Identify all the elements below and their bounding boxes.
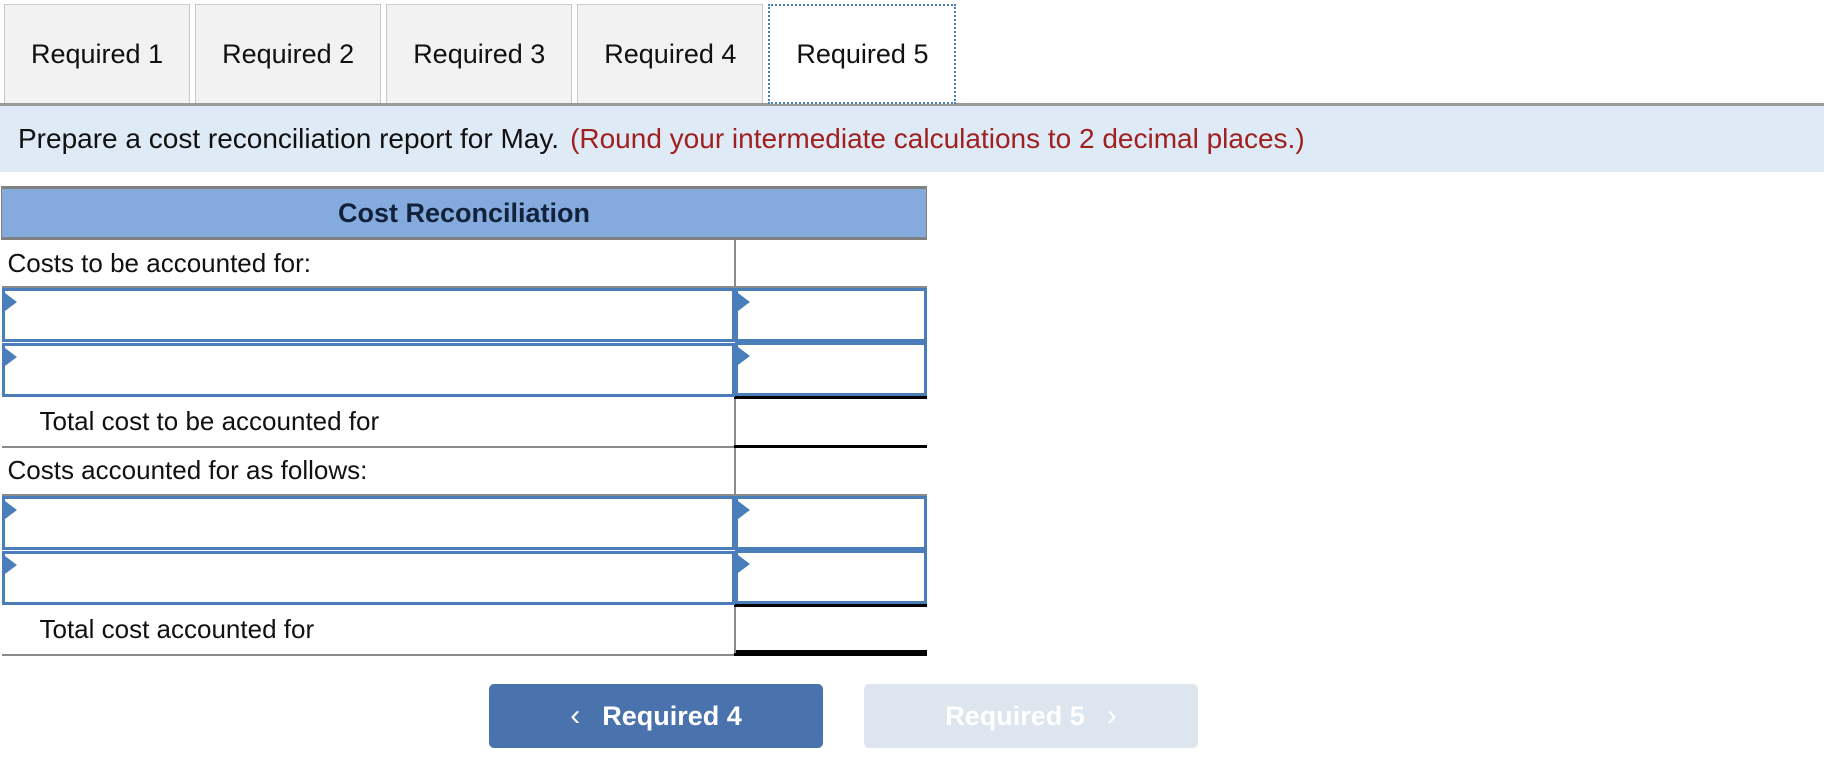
- instruction-banner: Prepare a cost reconciliation report for…: [0, 106, 1824, 172]
- table-row: [1, 550, 927, 606]
- prev-button-label: Required 4: [602, 700, 742, 731]
- tab-required-5[interactable]: Required 5: [768, 4, 957, 104]
- entry-label-cell-3: [1, 495, 735, 550]
- row-label-total-cost-to-be-accounted-for: Total cost to be accounted for: [1, 397, 736, 448]
- table-title: Cost Reconciliation: [1, 186, 927, 240]
- chevron-left-icon: ‹: [570, 699, 581, 732]
- triangle-right-icon: [4, 347, 17, 366]
- row-label-total-cost-accounted-for: Total cost accounted for: [1, 605, 736, 656]
- triangle-right-icon: [4, 555, 17, 574]
- table-header-row: Cost Reconciliation: [1, 186, 927, 240]
- table-row: [1, 342, 927, 398]
- table-row: Costs accounted for as follows:: [1, 446, 927, 496]
- cost-reconciliation-panel: Cost Reconciliation Costs to be accounte…: [0, 186, 1824, 656]
- chevron-right-icon: ›: [1106, 699, 1117, 732]
- tab-required-4[interactable]: Required 4: [577, 4, 764, 104]
- next-required-5-button: Required 5 ›: [864, 684, 1198, 748]
- table-row: Total cost to be accounted for: [1, 396, 927, 448]
- cost-amount-input-1[interactable]: [734, 288, 927, 342]
- row-value-costs-accounted-for-as-follows: [734, 446, 927, 496]
- row-value-total-cost-to-be-accounted-for: [734, 396, 927, 448]
- table-row: Costs to be accounted for:: [1, 238, 927, 288]
- cost-item-select-2[interactable]: [1, 342, 735, 397]
- entry-value-cell-2: [734, 342, 927, 398]
- table-row: [1, 495, 927, 550]
- wizard-navigation: ‹ Required 4 Required 5 ›: [0, 684, 1824, 748]
- tab-required-3[interactable]: Required 3: [386, 4, 573, 104]
- triangle-right-icon: [737, 347, 750, 365]
- triangle-right-icon: [737, 555, 750, 573]
- entry-label-cell-4: [1, 550, 735, 606]
- cost-item-select-4[interactable]: [1, 550, 735, 605]
- row-value-total-cost-accounted-for: [734, 604, 927, 656]
- instruction-text: Prepare a cost reconciliation report for…: [18, 123, 560, 154]
- rounding-hint: (Round your intermediate calculations to…: [570, 123, 1305, 154]
- triangle-right-icon: [4, 501, 17, 519]
- table-row: [1, 287, 927, 342]
- entry-value-cell-4: [734, 550, 927, 606]
- cost-item-select-1[interactable]: [1, 288, 735, 342]
- next-button-label: Required 5: [945, 700, 1085, 731]
- entry-label-cell-2: [1, 342, 735, 398]
- cost-reconciliation-table: Cost Reconciliation Costs to be accounte…: [1, 186, 927, 656]
- cost-amount-input-2[interactable]: [734, 342, 927, 396]
- entry-label-cell-1: [1, 287, 735, 342]
- triangle-right-icon: [737, 293, 750, 311]
- cost-amount-input-3[interactable]: [734, 496, 927, 550]
- entry-value-cell-1: [734, 287, 927, 342]
- triangle-right-icon: [737, 501, 750, 519]
- table-row: Total cost accounted for: [1, 604, 927, 656]
- cost-item-select-3[interactable]: [1, 496, 735, 550]
- entry-value-cell-3: [734, 495, 927, 550]
- row-label-costs-accounted-for-as-follows: Costs accounted for as follows:: [1, 446, 736, 496]
- triangle-right-icon: [4, 293, 17, 311]
- row-value-costs-to-be-accounted-for: [734, 238, 927, 288]
- tab-required-2[interactable]: Required 2: [195, 4, 382, 104]
- required-tabs: Required 1 Required 2 Required 3 Require…: [0, 0, 1824, 104]
- row-label-costs-to-be-accounted-for: Costs to be accounted for:: [1, 238, 736, 288]
- tab-required-1[interactable]: Required 1: [4, 4, 191, 104]
- cost-amount-input-4[interactable]: [734, 550, 927, 604]
- prev-required-4-button[interactable]: ‹ Required 4: [489, 684, 823, 748]
